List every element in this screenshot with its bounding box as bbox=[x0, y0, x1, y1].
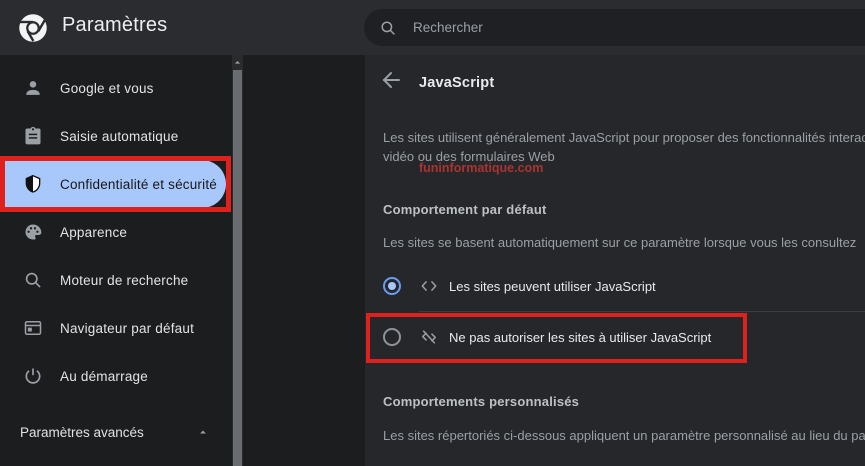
search-icon bbox=[379, 19, 397, 37]
radio-option-allow-javascript[interactable]: Les sites peuvent utiliser JavaScript bbox=[365, 261, 865, 311]
radio-option-block-javascript[interactable]: Ne pas autoriser les sites à utiliser Ja… bbox=[365, 312, 865, 362]
clipboard-icon bbox=[23, 126, 43, 146]
sidebar-item-label: Confidentialité et sécurité bbox=[60, 176, 217, 192]
sidebar-item-moteur-de-recherche[interactable]: Moteur de recherche bbox=[0, 256, 226, 304]
sidebar-item-apparence[interactable]: Apparence bbox=[0, 208, 226, 256]
sidebar-item-label: Au démarrage bbox=[60, 368, 148, 384]
back-arrow-icon[interactable] bbox=[379, 68, 403, 92]
option-label: Ne pas autoriser les sites à utiliser Ja… bbox=[449, 329, 712, 345]
radio-unselected[interactable] bbox=[383, 328, 401, 346]
default-behavior-description: Les sites se basent automatiquement sur … bbox=[383, 235, 857, 250]
power-icon bbox=[23, 366, 43, 386]
person-icon bbox=[23, 78, 43, 98]
radio-selected[interactable] bbox=[383, 277, 401, 295]
custom-behaviors-title: Comportements personnalisés bbox=[383, 394, 580, 409]
default-behavior-title: Comportement par défaut bbox=[383, 202, 547, 217]
top-bar: Paramètres bbox=[0, 0, 865, 55]
app-title: Paramètres bbox=[62, 14, 168, 36]
option-label: Les sites peuvent utiliser JavaScript bbox=[449, 278, 656, 294]
shield-icon bbox=[23, 174, 43, 194]
sidebar-item-label: Google et vous bbox=[60, 80, 154, 96]
search-engine-icon bbox=[23, 270, 43, 290]
watermark-text: funinformatique.com bbox=[419, 161, 544, 175]
settings-sidebar: Google et vous Saisie automatique Confid… bbox=[0, 55, 232, 466]
advanced-label: Paramètres avancés bbox=[20, 424, 144, 440]
code-icon bbox=[419, 276, 439, 296]
chrome-logo-icon bbox=[18, 13, 48, 43]
sidebar-item-au-demarrage[interactable]: Au démarrage bbox=[0, 352, 226, 400]
code-off-icon bbox=[419, 327, 439, 347]
page-title: JavaScript bbox=[419, 75, 495, 91]
javascript-settings-card: JavaScript Les sites utilisent généralem… bbox=[365, 55, 865, 466]
sidebar-item-google-et-vous[interactable]: Google et vous bbox=[0, 64, 226, 112]
search-bar[interactable] bbox=[364, 9, 865, 46]
sidebar-advanced-toggle[interactable]: Paramètres avancés bbox=[0, 408, 226, 456]
sidebar-item-navigateur-par-defaut[interactable]: Navigateur par défaut bbox=[0, 304, 226, 352]
search-input[interactable] bbox=[411, 19, 815, 36]
chevron-up-icon bbox=[196, 425, 210, 439]
palette-icon bbox=[23, 222, 43, 242]
browser-window-icon bbox=[23, 318, 43, 338]
sidebar-item-label: Moteur de recherche bbox=[60, 272, 189, 288]
sidebar-item-saisie-automatique[interactable]: Saisie automatique bbox=[0, 112, 226, 160]
sidebar-item-label: Navigateur par défaut bbox=[60, 320, 195, 336]
scrollbar-thumb[interactable] bbox=[233, 70, 242, 466]
sidebar-item-label: Saisie automatique bbox=[60, 128, 179, 144]
sidebar-scrollbar[interactable] bbox=[232, 55, 243, 466]
intro-line-1: Les sites utilisent généralement JavaScr… bbox=[383, 130, 865, 145]
sidebar-item-confidentialite-et-securite[interactable]: Confidentialité et sécurité bbox=[0, 160, 226, 208]
sidebar-item-label: Apparence bbox=[60, 224, 128, 240]
custom-behaviors-description: Les sites répertoriés ci-dessous appliqu… bbox=[383, 428, 865, 443]
scroll-up-arrow-icon[interactable] bbox=[232, 55, 243, 70]
